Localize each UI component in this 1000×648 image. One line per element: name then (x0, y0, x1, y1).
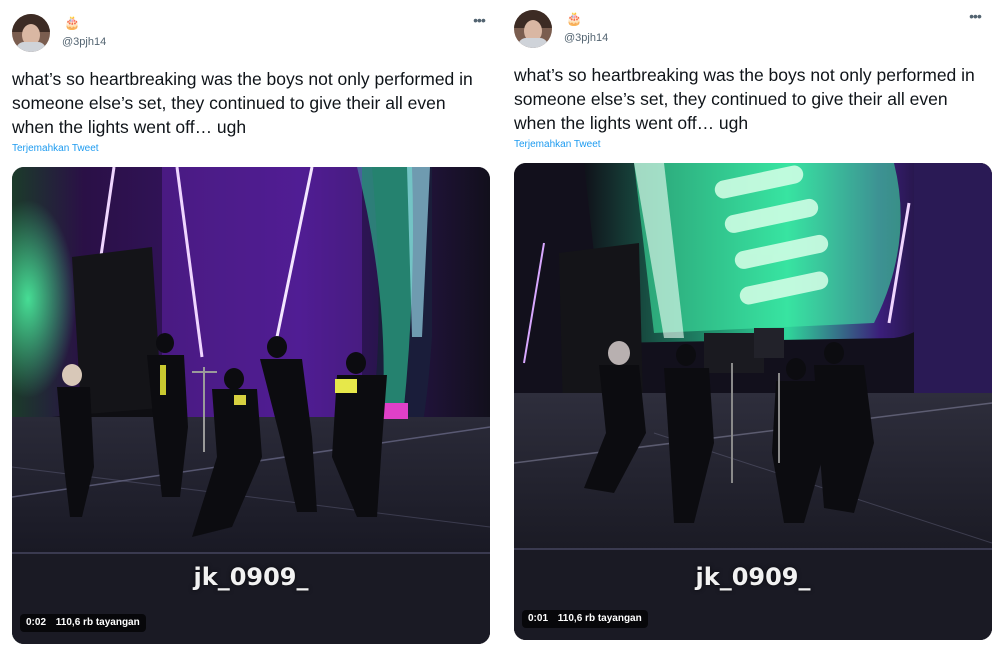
more-horizontal-icon: ••• (969, 8, 982, 24)
tweet-card-right: 🎂 @3pjh14 ••• what’s so heartbreaking wa… (502, 0, 1000, 648)
view-count: 110,6 rb tayangan (557, 613, 642, 624)
more-options-button[interactable]: ••• (470, 12, 488, 28)
display-name-emoji[interactable]: 🎂 (566, 12, 582, 26)
translate-tweet-link[interactable]: Terjemahkan Tweet (12, 143, 99, 154)
video-timestamp: 0:01 (528, 613, 549, 624)
view-count: 110,6 rb tayangan (55, 617, 140, 628)
video-timestamp: 0:02 (26, 617, 47, 628)
avatar[interactable] (12, 14, 50, 52)
tweet-header: 🎂 @3pjh14 ••• (514, 8, 990, 52)
user-handle[interactable]: @3pjh14 (62, 36, 106, 48)
video-watermark: jk_0909_ (695, 563, 811, 591)
tweet-header: 🎂 @3pjh14 ••• (12, 12, 488, 56)
video-watermark: jk_0909_ (193, 563, 309, 591)
user-handle[interactable]: @3pjh14 (564, 32, 608, 44)
avatar[interactable] (514, 10, 552, 48)
tweet-text: what’s so heartbreaking was the boys not… (12, 69, 473, 137)
video-player[interactable]: jk_0909_ 0:01 110,6 rb tayangan (514, 163, 992, 640)
tweet-card-left: 🎂 @3pjh14 ••• what’s so heartbreaking wa… (0, 0, 500, 648)
display-name-emoji[interactable]: 🎂 (64, 16, 80, 30)
tweet-text: what’s so heartbreaking was the boys not… (514, 65, 975, 133)
more-options-button[interactable]: ••• (966, 8, 984, 24)
translate-tweet-link[interactable]: Terjemahkan Tweet (514, 139, 601, 150)
more-horizontal-icon: ••• (473, 12, 486, 28)
video-player[interactable]: jk_0909_ 0:02 110,6 rb tayangan (12, 167, 490, 644)
video-stats-badge: 0:01 110,6 rb tayangan (522, 610, 648, 628)
video-stats-badge: 0:02 110,6 rb tayangan (20, 614, 146, 632)
